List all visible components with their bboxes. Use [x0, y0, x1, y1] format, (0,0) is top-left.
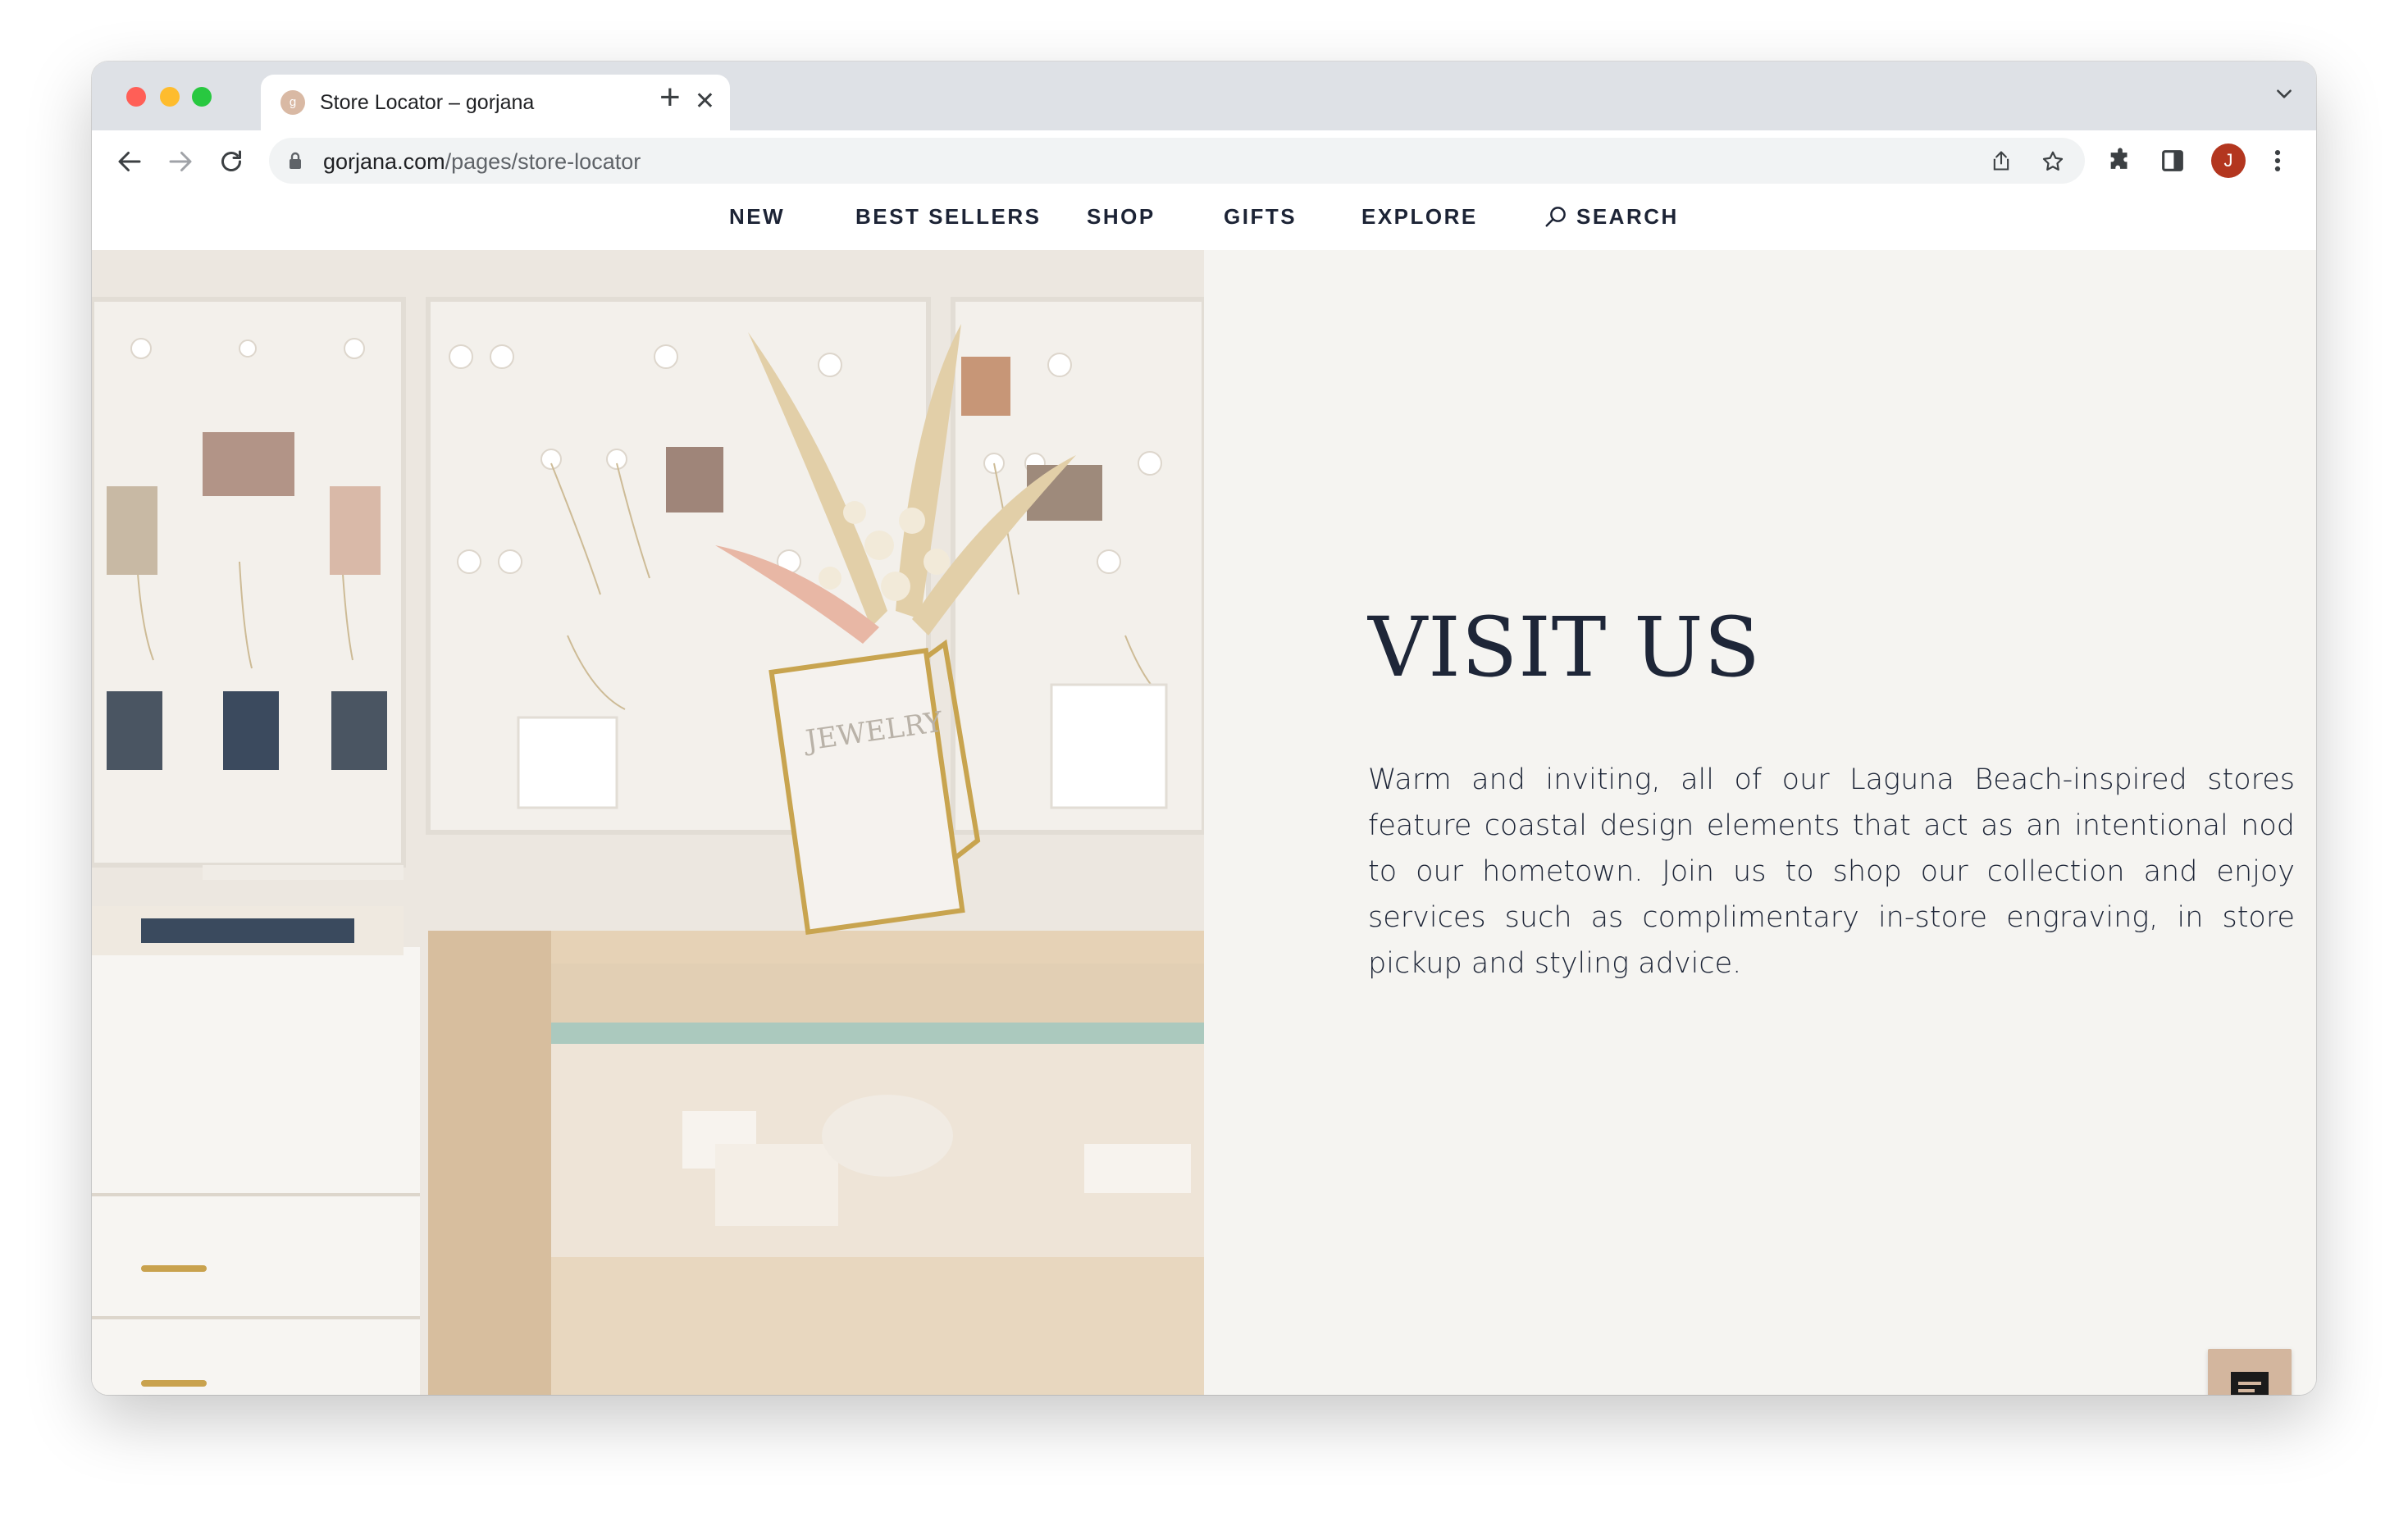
nav-item-gifts[interactable]: GIFTS — [1224, 204, 1297, 230]
close-window-button[interactable] — [126, 87, 146, 107]
maximize-window-button[interactable] — [192, 87, 212, 107]
close-icon[interactable]: ✕ — [695, 88, 715, 116]
visit-us-description: Warm and inviting, all of our Laguna Bea… — [1368, 763, 2295, 980]
chat-icon — [2231, 1372, 2269, 1395]
forward-arrow-icon[interactable] — [166, 147, 195, 176]
address-bar[interactable]: gorjana.com/pages/store-locator — [269, 138, 2085, 184]
browser-toolbar: gorjana.com/pages/store-locator J — [92, 130, 2316, 194]
nav-item-best-sellers[interactable]: BEST SELLERS — [855, 204, 1041, 230]
site-navigation: NEW BEST SELLERS SHOP GIFTS EXPLORE SEAR… — [92, 193, 2316, 250]
search-icon — [1545, 207, 1566, 227]
nav-search-label: SEARCH — [1576, 204, 1679, 229]
minimize-window-button[interactable] — [160, 87, 180, 107]
reload-icon[interactable] — [217, 147, 246, 176]
visit-us-section: VISIT US Warm and inviting, all of our L… — [1368, 603, 2295, 1015]
nav-item-new[interactable]: NEW — [729, 204, 785, 230]
page-title: VISIT US — [1368, 599, 1761, 695]
nav-item-shop[interactable]: SHOP — [1087, 204, 1156, 230]
share-icon[interactable] — [1990, 149, 2013, 176]
plus-icon[interactable]: + — [659, 80, 681, 116]
favicon-icon: g — [280, 90, 305, 115]
nav-search[interactable]: SEARCH — [1544, 204, 1679, 230]
lock-icon[interactable] — [287, 151, 303, 175]
star-icon[interactable] — [2041, 149, 2065, 178]
nav-item-explore[interactable]: EXPLORE — [1361, 204, 1478, 230]
chevron-down-icon[interactable] — [2273, 83, 2295, 108]
sidebar-icon[interactable] — [2159, 147, 2187, 179]
extensions-icon[interactable] — [2106, 147, 2134, 179]
back-arrow-icon[interactable] — [115, 147, 144, 176]
browser-window: g Store Locator – gorjana ✕ + gorjana.co… — [92, 61, 2316, 1395]
chat-button[interactable] — [2208, 1349, 2292, 1395]
url-text[interactable]: gorjana.com/pages/store-locator — [323, 149, 641, 175]
tab-strip: g Store Locator – gorjana ✕ + — [92, 61, 2316, 130]
kebab-menu-icon[interactable] — [2272, 147, 2283, 179]
page-content: NEW BEST SELLERS SHOP GIFTS EXPLORE SEAR… — [92, 193, 2316, 1395]
store-display-image: JEWELRY — [92, 250, 1204, 1395]
profile-avatar[interactable]: J — [2211, 144, 2246, 178]
tab-title: Store Locator – gorjana — [320, 91, 535, 114]
